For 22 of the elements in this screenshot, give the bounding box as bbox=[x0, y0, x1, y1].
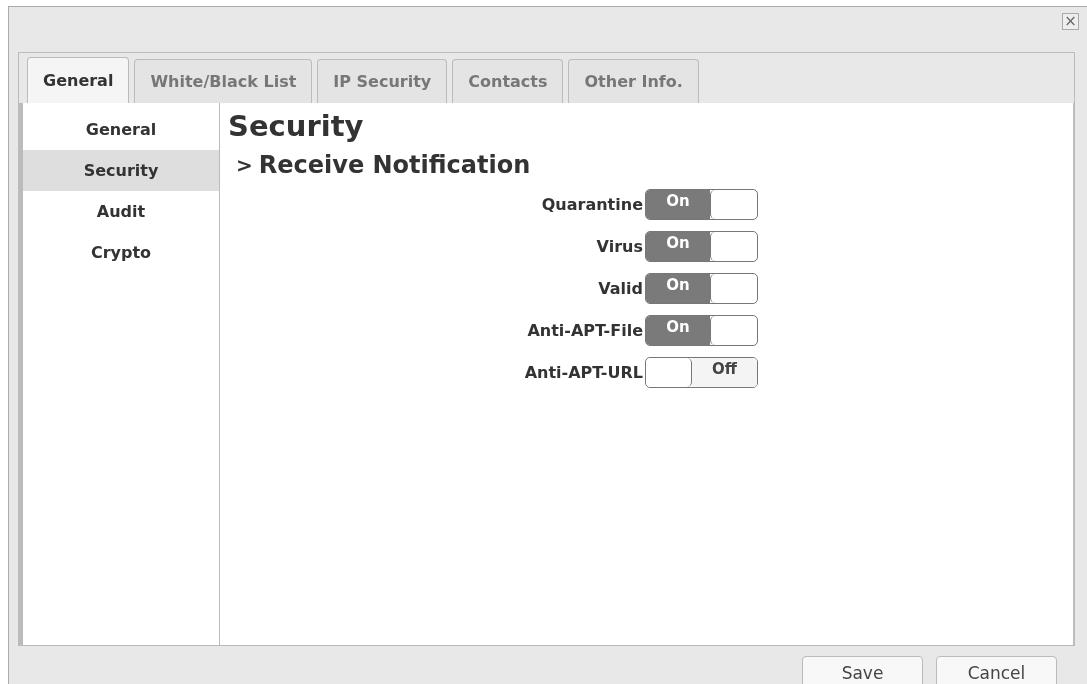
toggle-label: Quarantine bbox=[541, 194, 643, 214]
toggle-switch[interactable]: Off bbox=[645, 356, 758, 388]
toggle-label: Anti-APT-URL bbox=[524, 362, 643, 382]
tab[interactable]: Other Info. bbox=[568, 59, 699, 103]
sidebar-item[interactable]: Security bbox=[23, 150, 219, 191]
toggle-label: Virus bbox=[596, 236, 643, 256]
chevron-icon: > bbox=[236, 149, 253, 181]
tab[interactable]: General bbox=[27, 57, 130, 103]
close-button[interactable]: × bbox=[1062, 13, 1079, 30]
toggle-switch[interactable]: On bbox=[645, 272, 758, 304]
tab[interactable]: White/Black List bbox=[134, 59, 313, 103]
toggle-switch[interactable]: On bbox=[645, 314, 758, 346]
cancel-button[interactable]: Cancel bbox=[936, 656, 1057, 684]
page-title: Security bbox=[228, 108, 365, 145]
section-title: Receive Notification bbox=[258, 150, 531, 181]
toggle-label: Anti-APT-File bbox=[527, 320, 643, 340]
toggle-switch[interactable]: On bbox=[645, 230, 758, 262]
tab[interactable]: Contacts bbox=[452, 59, 564, 103]
toggle-switch[interactable]: On bbox=[645, 188, 758, 220]
tab[interactable]: IP Security bbox=[317, 59, 448, 103]
toggle-label: Valid bbox=[598, 278, 643, 298]
save-button[interactable]: Save bbox=[802, 656, 923, 684]
